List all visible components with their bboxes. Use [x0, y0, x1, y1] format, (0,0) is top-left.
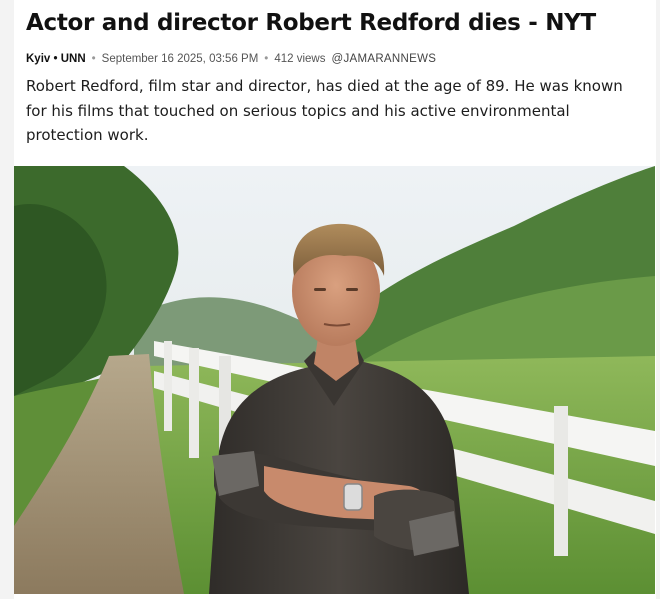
article-photo[interactable] — [14, 166, 655, 594]
meta-datetime: September 16 2025, 03:56 PM — [101, 53, 259, 65]
article-lede: Robert Redford, film star and director, … — [26, 77, 623, 144]
article-headline[interactable]: Actor and director Robert Redford dies -… — [26, 10, 596, 36]
meta-handle[interactable]: @JAMARANNEWS — [331, 53, 436, 65]
watch — [343, 483, 363, 511]
meta-source[interactable]: Kyiv • UNN — [26, 53, 86, 65]
meta-separator: • — [264, 53, 269, 65]
meta-separator: • — [91, 53, 96, 65]
meta-views: 412 views — [274, 53, 326, 65]
article-meta: Kyiv • UNN • September 16 2025, 03:56 PM… — [26, 53, 436, 65]
